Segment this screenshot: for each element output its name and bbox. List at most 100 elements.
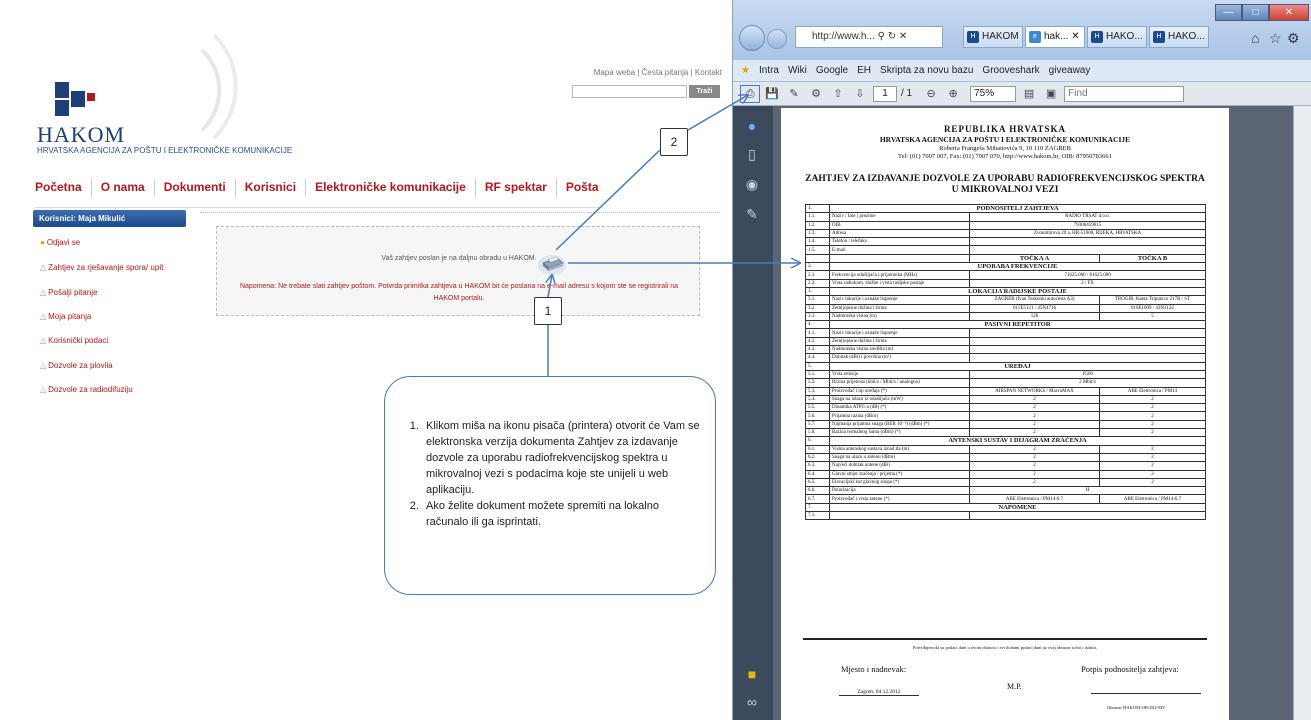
field-number: 5.2. [805,378,830,388]
favorites-star-icon[interactable]: ★ [741,65,750,76]
field-number: 5.4. [805,394,830,405]
form-row: 3.1. Naziv lokacije i oznake lisprenje ZAG… [805,295,1207,305]
maximize-button[interactable]: □ [1242,4,1269,21]
nav-rf-spektar[interactable]: RF spektar [476,179,557,197]
tab-hakom-3[interactable]: H HAKO... [1087,26,1147,48]
point-a-value: 2 [969,452,1100,463]
field-number: 4.3. [805,345,830,355]
print-icon[interactable]: ⎙ [740,84,760,103]
page-number-input[interactable]: 1 [873,85,897,102]
zoom-select[interactable]: 75% [970,85,1017,102]
field-label: Snaga na ulazu u antenu (dBm) [829,452,970,463]
printer-icon[interactable] [537,250,567,276]
form-row: 6. ANTENSKI SUSTAV I DIJAGRAM ZRAČENJA [805,436,1207,446]
section-number: 3. [805,286,830,297]
fav-wiki[interactable]: Wiki [788,65,807,76]
nav-o-nama[interactable]: O nama [92,179,155,197]
form-row: 5.2. Brzina prijenosa (kbit/s / Mbit/s / … [805,378,1207,388]
forward-button[interactable] [767,29,787,49]
nav-dokumenti[interactable]: Dokumenti [155,179,236,197]
field-value [968,336,1207,347]
tab-hakom-active[interactable]: e hak... ✕ [1025,26,1085,48]
sitemap-link[interactable]: Mapa weba [594,68,635,77]
form-row: 6.3. Najveći dobitak antene (dBi) 2 2 [805,461,1207,471]
faq-link[interactable]: Česta pitanja [642,68,689,77]
menu-vessel-permits[interactable]: △ Dozvole za plovila [40,361,113,370]
zoom-in-icon[interactable]: ⊕ [944,86,962,102]
fav-giveaway[interactable]: giveaway [1049,65,1091,76]
minimize-button[interactable]: — [1215,4,1242,21]
point-b-value: 2 [1098,452,1207,463]
zoom-out-icon[interactable]: ⊖ [922,86,940,102]
field-label: Najmanja prijamna snaga (BER 10⁻⁶) (dBm)… [829,419,970,430]
close-tab-icon[interactable]: ✕ [1071,31,1079,42]
vertical-scrollbar[interactable] [1293,106,1311,720]
close-window-button[interactable]: ✕ [1269,4,1309,21]
share-icon[interactable]: ✎ [785,86,803,102]
field-number: 6.2. [805,452,830,463]
fav-grooveshark[interactable]: Grooveshark [982,65,1039,76]
signature-icon[interactable]: ✎ [741,206,763,224]
fav-eh[interactable]: EH [857,65,871,76]
favorites-star-icon[interactable]: ☆ [1269,30,1282,47]
next-page-icon[interactable]: ⇩ [851,86,869,102]
info-icon[interactable]: ● [741,118,763,136]
home-icon[interactable]: ⌂ [1251,30,1259,46]
form-row: 4. PASIVNI REPETITOR [805,320,1207,330]
contact-link[interactable]: Kontakt [695,68,722,77]
menu-my-questions[interactable]: △ Moja pitanja [40,312,91,321]
user-icon: △ [40,336,47,345]
attachment-icon[interactable]: ∞ [741,694,763,712]
site-search-input[interactable] [572,85,687,98]
pdf-toolbar: ⎙ 💾 ✎ ⚙ ⇧ ⇩ 1 / 1 ⊖ ⊕ 75% ▤ ▣ Find [733,82,1311,106]
section-number: 6. [805,436,830,446]
nav-posta[interactable]: Pošta [557,179,608,197]
point-b-value: 2 [1098,469,1207,479]
tab-hakom-1[interactable]: H HAKOM [963,26,1023,48]
site-search-button[interactable]: Traži [689,85,720,98]
point-a-value: 015E5121 / 45N4716 [969,303,1100,313]
point-b-value: 2 [1098,461,1207,471]
form-row: 3.2. Zemljopisne dužina i širina 015E5121 … [805,303,1207,313]
nav-korisnici[interactable]: Korisnici [236,179,307,197]
field-number: 5.8. [805,427,830,438]
fav-google[interactable]: Google [816,65,848,76]
fit-width-icon[interactable]: ▤ [1020,86,1038,102]
menu-send-question[interactable]: △ Pošalji pitanje [40,288,98,297]
gear-icon[interactable]: ⚙ [1287,30,1300,47]
fav-intra[interactable]: Intra [759,65,779,76]
menu-logout[interactable]: ● Odjavi se [40,238,80,247]
point-a-value: 2 [969,477,1100,488]
form-row: 4.4. Dobitak (dBi) i površina (m²) [805,353,1207,363]
place-date-value: Zagreb, 04.12.2012 [839,689,919,696]
comments-icon[interactable]: ■ [741,666,763,684]
fav-skripta[interactable]: Skripta za novu bazu [880,65,973,76]
search-icon: ⚲ [877,31,885,42]
field-value [968,345,1207,355]
back-button[interactable] [739,25,765,51]
notice-box: Vaš zahtjev poslan je na daljnu obradu u… [216,226,700,316]
pages-icon[interactable]: ▯ [741,146,763,164]
prev-page-icon[interactable]: ⇧ [829,86,847,102]
nav-elektronicke-komunikacije[interactable]: Elektroničke komunikacije [306,179,476,197]
signal-arcs-decoration [200,33,238,140]
fit-page-icon[interactable]: ▣ [1042,86,1060,102]
section-number: 7. [805,502,830,513]
menu-user-data[interactable]: △ Korisnički podaci [40,336,108,345]
menu-dispute-request[interactable]: △ Zahtjev za rješavanje spora/ upit [40,263,163,272]
menu-broadcast-permits[interactable]: △ Dozvole za radiodifuziju [40,385,133,394]
field-number: 6.4. [805,469,830,479]
nav-pocetna[interactable]: Početna [35,179,92,197]
address-bar[interactable]: http://www.h... ⚲ ↻ ✕ [795,26,943,48]
point-b-value: 2 [1098,411,1207,421]
field-label: Zemljopisne dužina i širina [829,303,970,313]
hakom-favicon-icon: H [967,31,979,43]
field-label: Razina termalnog šuma (dBm) (*) [829,427,970,438]
tab-hakom-4[interactable]: H HAKO... [1149,26,1209,48]
tools-icon[interactable]: ⚙ [807,86,825,102]
find-input[interactable]: Find [1064,85,1185,102]
form-row: 6.2. Snaga na ulazu u antenu (dBm) 2 2 [805,452,1207,463]
search-binoculars-icon[interactable]: ◉ [741,176,763,194]
point-a-value: 2 [969,469,1100,479]
save-icon[interactable]: 💾 [763,86,781,102]
